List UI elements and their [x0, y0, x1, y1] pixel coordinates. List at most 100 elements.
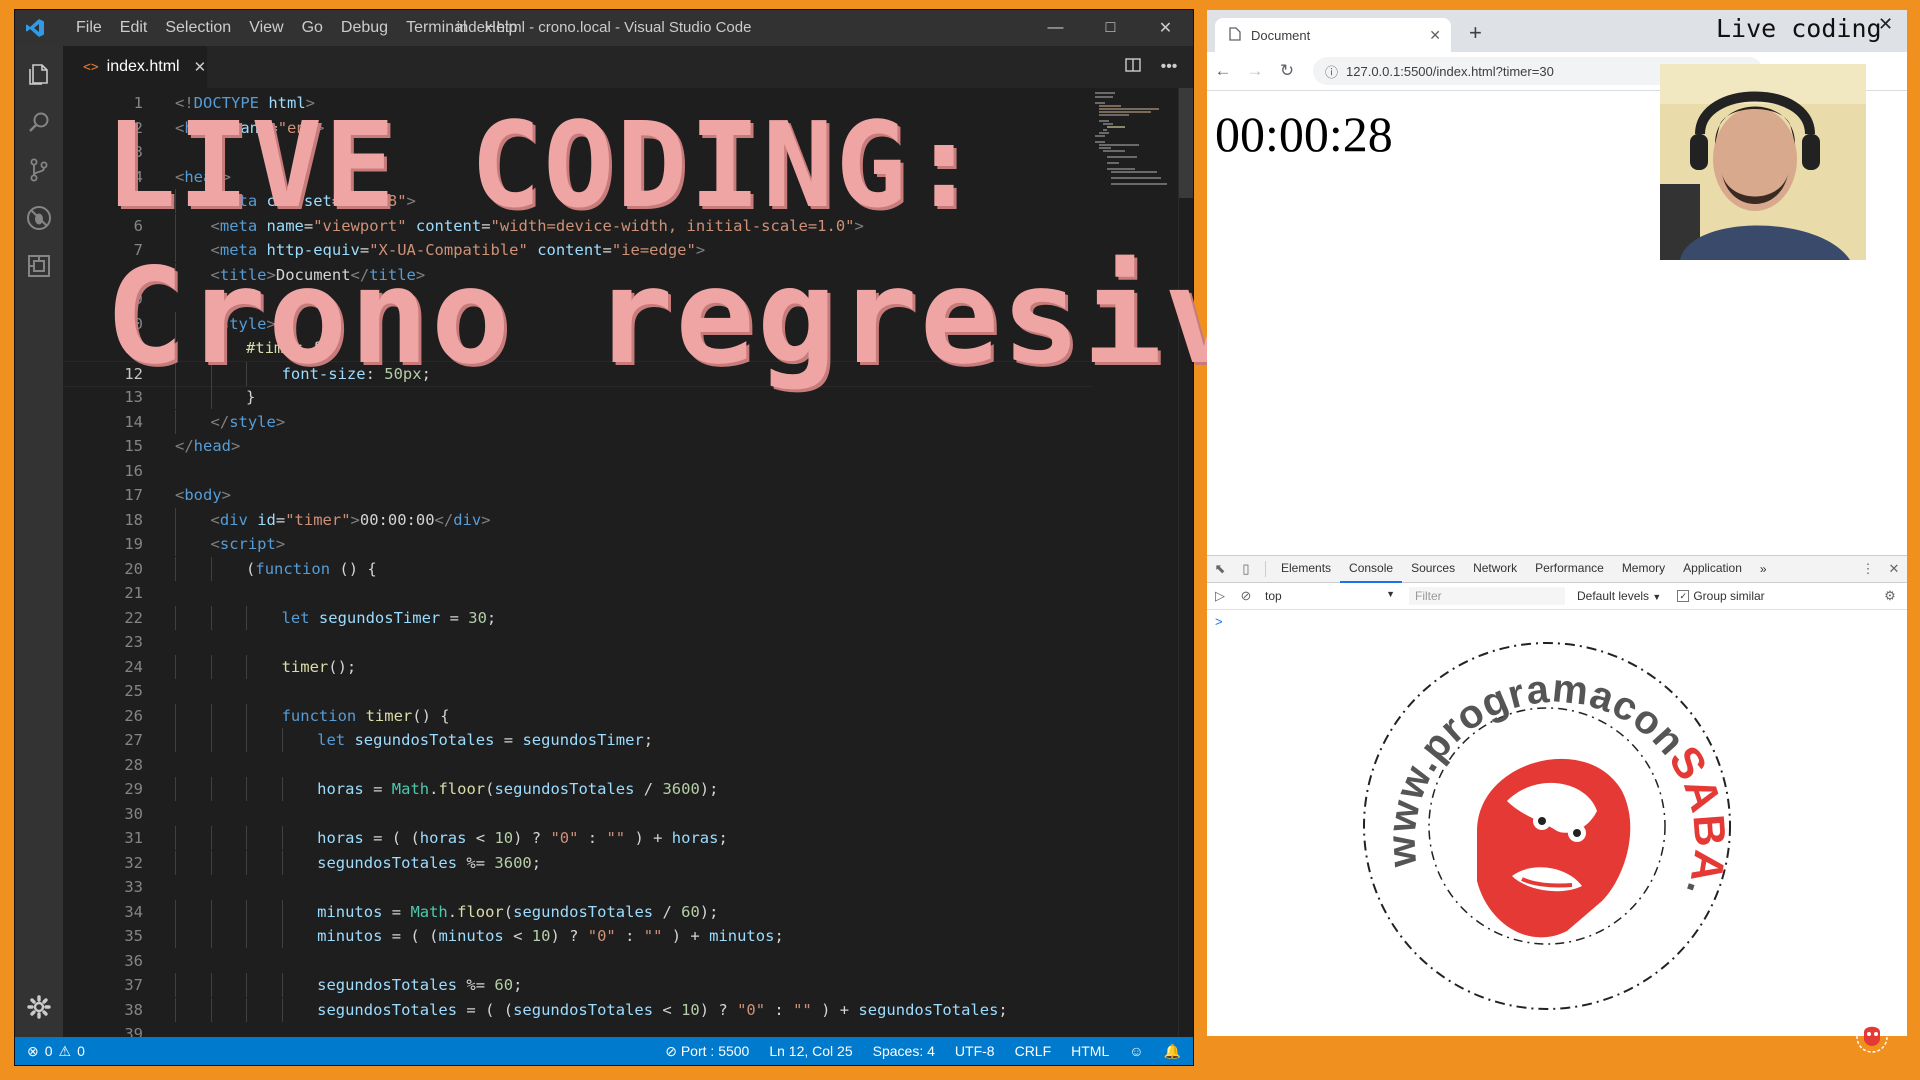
menu-item-selection[interactable]: Selection [156, 19, 240, 37]
code-line[interactable]: 16 [63, 459, 1093, 483]
code-line[interactable]: 6 <meta name="viewport" content="width=de… [63, 213, 1093, 238]
code-line[interactable]: 34 minutos = Math.floor(segundosTotales /… [63, 899, 1093, 924]
code-line[interactable]: 21 [63, 581, 1093, 605]
more-tabs-icon[interactable]: » [1751, 556, 1776, 582]
code-editor[interactable]: 1 <!DOCTYPE html> 2 <html lang="en"> 3 4 <head… [63, 88, 1093, 1037]
live-server-port[interactable]: ⊘ Port : 5500 [665, 1043, 749, 1060]
tab-index-html[interactable]: <> index.html ✕ [63, 46, 207, 88]
code-line[interactable]: 27 let segundosTotales = segundosTimer; [63, 728, 1093, 752]
code-line[interactable]: 11 #timer { [63, 336, 1093, 360]
tab-close-icon[interactable]: ✕ [194, 58, 207, 76]
code-line[interactable]: 38 segundosTotales = ( (segundosTotales <… [63, 997, 1093, 1022]
source-control-icon[interactable] [15, 146, 63, 194]
back-arrow-icon[interactable]: ← [1207, 61, 1239, 81]
console-settings-gear-icon[interactable]: ⚙ [1877, 588, 1903, 604]
code-line[interactable]: 9 [63, 287, 1093, 311]
tab-close-icon[interactable]: ✕ [1429, 27, 1441, 44]
language-mode[interactable]: HTML [1071, 1043, 1109, 1059]
errors-icon[interactable]: ⊗ [27, 1043, 39, 1060]
code-line[interactable]: 10 <style> [63, 311, 1093, 336]
group-similar-checkbox[interactable]: ✓ Group similar [1677, 589, 1765, 603]
more-actions-icon[interactable]: ••• [1151, 58, 1187, 76]
browser-tab[interactable]: Document ✕ [1215, 18, 1451, 52]
console-filter-input[interactable]: Filter [1409, 587, 1565, 605]
code-line[interactable]: 19 <script> [63, 532, 1093, 556]
maximize-icon[interactable]: □ [1083, 10, 1138, 46]
devtools-tab-performance[interactable]: Performance [1526, 555, 1613, 581]
devtools-tab-sources[interactable]: Sources [1402, 555, 1464, 581]
indentation[interactable]: Spaces: 4 [873, 1043, 935, 1059]
code-line[interactable]: 13} [63, 385, 1093, 409]
menu-item-help[interactable]: Help [476, 19, 527, 37]
code-line[interactable]: 5 <meta charset="UTF-8"> [63, 189, 1093, 213]
code-line[interactable]: 31 horas = ( (horas < 10) ? "0" : "" ) + … [63, 826, 1093, 850]
devtools-tab-elements[interactable]: Elements [1272, 555, 1340, 581]
menu-item-go[interactable]: Go [293, 19, 332, 37]
code-line[interactable]: 29 horas = Math.floor(segundosTotales / 3… [63, 777, 1093, 801]
context-selector[interactable]: top ▼ [1259, 589, 1395, 603]
code-line[interactable]: 20 (function () { [63, 556, 1093, 581]
debug-icon[interactable] [15, 194, 63, 242]
code-line[interactable]: 39 [63, 1022, 1093, 1037]
editor-scrollbar[interactable] [1178, 88, 1193, 1037]
warning-count[interactable]: 0 [77, 1043, 85, 1059]
devtools-menu-icon[interactable]: ⋮ [1855, 561, 1881, 577]
code-line[interactable]: 33 [63, 875, 1093, 899]
code-line[interactable]: 30 [63, 802, 1093, 826]
code-line[interactable]: 7 <meta http-equiv="X-UA-Compatible" cont… [63, 238, 1093, 262]
code-line[interactable]: 22 let segundosTimer = 30; [63, 605, 1093, 630]
search-icon[interactable] [15, 98, 63, 146]
code-line[interactable]: 18 <div id="timer">00:00:00</div> [63, 507, 1093, 532]
menu-item-edit[interactable]: Edit [111, 19, 157, 37]
notifications-bell-icon[interactable]: 🔔 [1164, 1043, 1181, 1060]
menu-item-debug[interactable]: Debug [332, 19, 397, 37]
devtools-tab-application[interactable]: Application [1674, 555, 1751, 581]
code-line[interactable]: 12 font-size: 50px; [63, 360, 1093, 387]
clear-console-icon[interactable]: ⊘ [1233, 588, 1259, 604]
code-line[interactable]: 15 </head> [63, 434, 1093, 458]
extensions-icon[interactable] [15, 242, 63, 290]
minimap[interactable] [1093, 88, 1169, 1037]
log-levels-dropdown[interactable]: Default levels ▼ [1577, 589, 1661, 603]
code-line[interactable]: 36 [63, 949, 1093, 973]
devtools-close-icon[interactable]: ✕ [1881, 561, 1907, 577]
code-line[interactable]: 1 <!DOCTYPE html> [63, 91, 1093, 115]
encoding[interactable]: UTF-8 [955, 1043, 995, 1059]
code-line[interactable]: 25 [63, 679, 1093, 703]
code-line[interactable]: 32 segundosTotales %= 3600; [63, 850, 1093, 875]
cursor-position[interactable]: Ln 12, Col 25 [769, 1043, 852, 1059]
reload-icon[interactable]: ↻ [1271, 61, 1303, 81]
code-line[interactable]: 4 <head> [63, 165, 1093, 189]
console-prompt[interactable]: > [1215, 614, 1223, 629]
code-line[interactable]: 17 <body> [63, 483, 1093, 507]
code-line[interactable]: 3 [63, 140, 1093, 164]
feedback-smiley-icon[interactable]: ☺ [1129, 1043, 1143, 1059]
forward-arrow-icon[interactable]: → [1239, 61, 1271, 81]
code-line[interactable]: 2 <html lang="en"> [63, 116, 1093, 140]
warning-icon[interactable]: ⚠ [59, 1043, 72, 1060]
close-icon[interactable]: ✕ [1138, 10, 1193, 46]
menu-item-file[interactable]: File [67, 19, 111, 37]
overlay-close-icon[interactable]: ✕ [1878, 14, 1893, 35]
split-editor-icon[interactable] [1115, 57, 1151, 77]
code-line[interactable]: 28 [63, 753, 1093, 777]
menu-item-view[interactable]: View [240, 19, 292, 37]
end-of-line[interactable]: CRLF [1015, 1043, 1052, 1059]
error-count[interactable]: 0 [45, 1043, 53, 1059]
devtools-tab-memory[interactable]: Memory [1613, 555, 1674, 581]
code-line[interactable]: 14 </style> [63, 409, 1093, 434]
inspect-element-icon[interactable]: ⬉ [1207, 561, 1233, 577]
devtools-tab-network[interactable]: Network [1464, 555, 1526, 581]
site-info-icon[interactable]: ⓘ [1325, 62, 1338, 81]
code-line[interactable]: 37 segundosTotales %= 60; [63, 973, 1093, 997]
sidebar-toggle-icon[interactable]: ▷ [1207, 588, 1233, 604]
settings-gear-icon[interactable] [15, 983, 63, 1031]
code-line[interactable]: 35 minutos = ( (minutos < 10) ? "0" : "" … [63, 924, 1093, 948]
new-tab-plus-icon[interactable]: + [1469, 20, 1482, 46]
code-line[interactable]: 8 <title>Document</title> [63, 262, 1093, 287]
explorer-icon[interactable] [15, 50, 63, 98]
device-toolbar-icon[interactable]: ▯ [1233, 561, 1259, 577]
minimize-icon[interactable]: — [1028, 10, 1083, 46]
menu-item-terminal[interactable]: Terminal [397, 19, 475, 37]
code-line[interactable]: 24 timer(); [63, 654, 1093, 679]
